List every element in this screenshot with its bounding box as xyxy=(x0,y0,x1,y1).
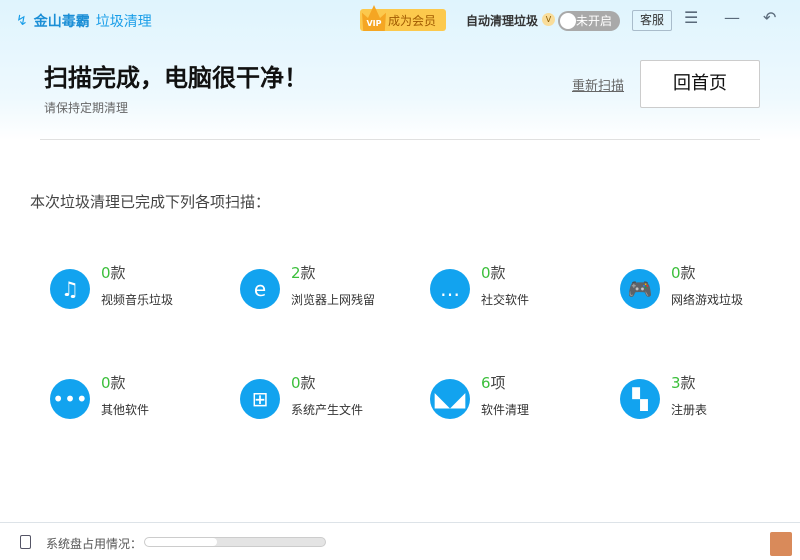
vip-crown-icon: VIP xyxy=(362,5,386,31)
count-value: 2 xyxy=(291,264,301,282)
count-unit: 款 xyxy=(300,264,316,282)
category-icon: … xyxy=(430,269,470,309)
divider xyxy=(40,139,760,140)
page-title: 扫描完成，电脑很干净！ xyxy=(44,64,308,92)
item-count: 3款 xyxy=(671,372,696,393)
count-value: 0 xyxy=(481,264,491,282)
footer-divider xyxy=(0,522,800,523)
app-logo: ↯ 金山毒霸 垃圾清理 xyxy=(16,11,152,31)
rescan-link[interactable]: 重新扫描 xyxy=(572,75,624,94)
home-button[interactable]: 回首页 xyxy=(640,60,760,108)
scan-item: ◣◢ 6项 软件清理 xyxy=(430,372,600,422)
vip-badge-icon: V xyxy=(542,13,555,26)
item-name: 其他软件 xyxy=(101,403,150,417)
back-icon[interactable]: ↶ xyxy=(763,8,776,27)
disk-usage-bar xyxy=(144,537,326,547)
item-name: 软件清理 xyxy=(481,403,530,417)
auto-clean-toggle[interactable]: 未开启 xyxy=(558,11,620,31)
item-name: 网络游戏垃圾 xyxy=(671,293,744,307)
scan-item: e 2款 浏览器上网残留 xyxy=(240,262,410,312)
item-count: 2款 xyxy=(291,262,316,283)
category-icon: ◣◢ xyxy=(430,379,470,419)
disk-usage-label: 系统盘占用情况： xyxy=(46,537,143,551)
item-name: 视频音乐垃圾 xyxy=(101,293,174,307)
count-unit: 款 xyxy=(110,264,126,282)
category-icon: e xyxy=(240,269,280,309)
count-unit: 款 xyxy=(680,374,696,392)
scan-item: ••• 0款 其他软件 xyxy=(50,372,220,422)
scan-item: ▚ 3款 注册表 xyxy=(620,372,790,422)
count-value: 0 xyxy=(101,264,111,282)
scan-item: 🎮 0款 网络游戏垃圾 xyxy=(620,262,790,312)
item-count: 6项 xyxy=(481,372,506,393)
item-name: 浏览器上网残留 xyxy=(291,293,376,307)
count-unit: 款 xyxy=(680,264,696,282)
count-unit: 项 xyxy=(490,374,506,392)
become-member-button[interactable]: VIP 成为会员 xyxy=(360,5,446,31)
item-count: 0款 xyxy=(101,262,126,283)
count-value: 0 xyxy=(101,374,111,392)
module-name: 垃圾清理 xyxy=(95,14,152,30)
category-icon: ▚ xyxy=(620,379,660,419)
auto-clean-label: 自动清理垃圾 xyxy=(466,14,539,28)
customer-service-button[interactable]: 客服 xyxy=(632,10,672,31)
box-icon[interactable] xyxy=(770,532,792,556)
logo-icon: ↯ xyxy=(16,13,28,29)
count-value: 0 xyxy=(671,264,681,282)
count-unit: 款 xyxy=(300,374,316,392)
scan-item: ♫ 0款 视频音乐垃圾 xyxy=(50,262,220,312)
item-count: 0款 xyxy=(291,372,316,393)
count-value: 3 xyxy=(671,374,681,392)
count-unit: 款 xyxy=(110,374,126,392)
count-value: 6 xyxy=(481,374,491,392)
brand-name: 金山毒霸 xyxy=(33,14,90,30)
minimize-icon[interactable]: — xyxy=(724,8,740,27)
item-count: 0款 xyxy=(671,262,696,283)
item-name: 系统产生文件 xyxy=(291,403,364,417)
scan-item: ⊞ 0款 系统产生文件 xyxy=(240,372,410,422)
intro-text: 本次垃圾清理已完成下列各项扫描： xyxy=(30,193,271,211)
count-unit: 款 xyxy=(490,264,506,282)
category-icon: ••• xyxy=(50,379,90,419)
category-icon: ♫ xyxy=(50,269,90,309)
category-icon: 🎮 xyxy=(620,269,660,309)
count-value: 0 xyxy=(291,374,301,392)
item-name: 社交软件 xyxy=(481,293,530,307)
category-icon: ⊞ xyxy=(240,379,280,419)
scan-item: … 0款 社交软件 xyxy=(430,262,600,312)
subtitle: 请保持定期清理 xyxy=(44,101,129,115)
disk-icon xyxy=(20,535,31,549)
item-count: 0款 xyxy=(101,372,126,393)
item-name: 注册表 xyxy=(671,403,708,417)
menu-icon[interactable]: ☰ xyxy=(684,8,698,27)
item-count: 0款 xyxy=(481,262,506,283)
disk-usage-fill xyxy=(145,538,217,546)
